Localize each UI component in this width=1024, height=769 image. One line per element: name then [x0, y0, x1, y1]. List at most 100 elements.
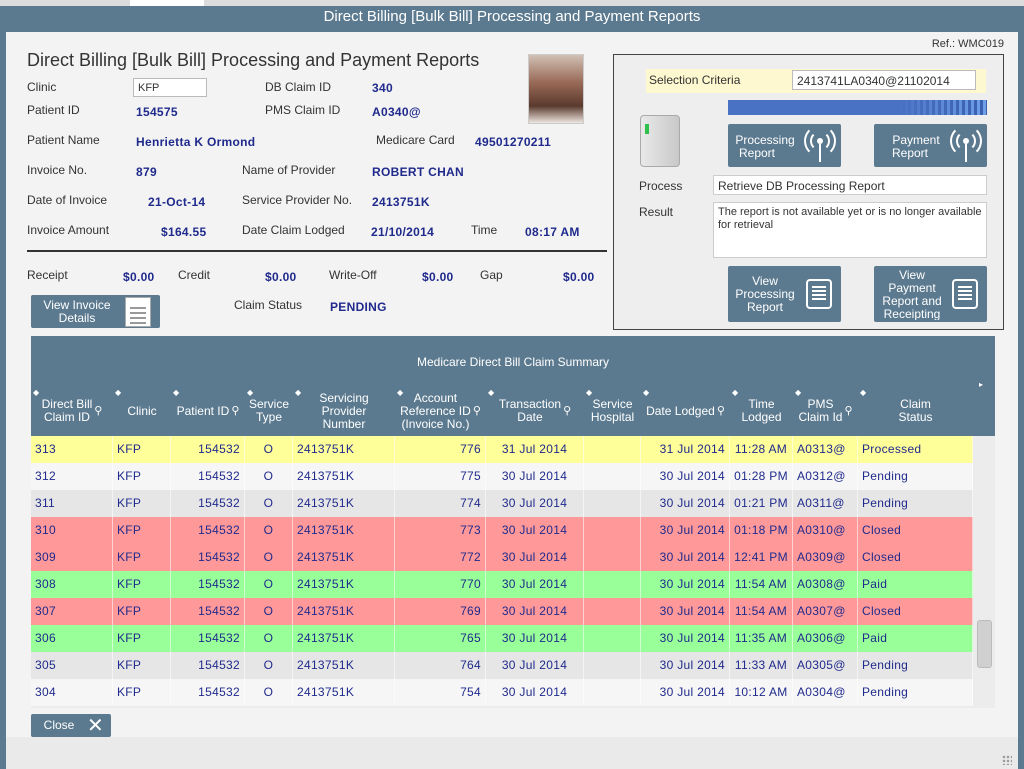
cell-lodged: 30 Jul 2014	[641, 571, 730, 598]
column-header[interactable]: ◆ Clinic	[113, 386, 171, 436]
column-header-label: Date Lodged	[646, 404, 715, 418]
column-header-line: Type	[255, 410, 282, 424]
table-row[interactable]: 304 KFP 154532 O 2413751K 754 30 Jul 2014 30 Ju…	[31, 679, 973, 706]
cell-provider: 2413751K	[293, 463, 395, 490]
sort-icon[interactable]: ◆	[860, 386, 866, 399]
section-divider	[27, 250, 607, 252]
claim-status-value: PENDING	[330, 300, 387, 314]
column-header-label: Time Lodged	[741, 398, 781, 424]
provider-name-label: Name of Provider	[242, 163, 336, 177]
cell-account: 772	[395, 544, 486, 571]
invoice-amount-value: $164.55	[161, 225, 207, 239]
column-header[interactable]: ◆ Service Hospital	[584, 386, 641, 436]
cell-lodged: 30 Jul 2014	[641, 490, 730, 517]
column-header[interactable]: ◆ Transaction Date ⚲	[486, 386, 584, 436]
cell-type: O	[245, 679, 293, 706]
cell-hospital	[584, 490, 641, 517]
sort-icon[interactable]: ◆	[115, 386, 121, 399]
column-header[interactable]: ◆ Service Type	[245, 386, 293, 436]
column-header-line: Servicing	[319, 390, 369, 405]
sort-icon[interactable]: ◆	[795, 386, 801, 399]
sort-icon[interactable]: ◆	[488, 386, 494, 399]
sort-icon[interactable]: ◆	[586, 386, 592, 399]
cell-txn-date: 30 Jul 2014	[486, 598, 584, 625]
writeoff-label: Write-Off	[329, 268, 377, 282]
table-row[interactable]: 306 KFP 154532 O 2413751K 765 30 Jul 2014 30 Ju…	[31, 625, 973, 652]
cell-pms: A0309@	[793, 544, 858, 571]
result-field[interactable]: The report is not available yet or is no…	[713, 202, 987, 258]
cell-provider: 2413751K	[293, 571, 395, 598]
sort-icon[interactable]: ◆	[643, 386, 649, 399]
cell-lodged: 30 Jul 2014	[641, 625, 730, 652]
cell-type: O	[245, 436, 293, 463]
time-value: 08:17 AM	[525, 225, 580, 239]
cell-clinic: KFP	[113, 517, 171, 544]
search-icon[interactable]: ⚲	[717, 405, 725, 418]
column-header[interactable]: ◆ Time Lodged	[730, 386, 793, 436]
sort-icon[interactable]: ◆	[295, 386, 301, 399]
medicare-card-value: 49501270211	[475, 135, 552, 149]
view-invoice-details-button[interactable]: View Invoice Details	[31, 295, 160, 328]
view-processing-report-button[interactable]: View Processing Report	[728, 266, 841, 322]
cell-lodged: 30 Jul 2014	[641, 544, 730, 571]
cell-hospital	[584, 598, 641, 625]
patient-name-value: Henrietta K Ormond	[136, 135, 256, 149]
table-row[interactable]: 309 KFP 154532 O 2413751K 772 30 Jul 2014 30 Ju…	[31, 544, 973, 571]
wireless-icon	[950, 125, 982, 164]
table-row[interactable]: 310 KFP 154532 O 2413751K 773 30 Jul 2014 30 Ju…	[31, 517, 973, 544]
view-processing-label-3: Report	[746, 300, 784, 314]
search-icon[interactable]: ⚲	[563, 405, 571, 418]
cell-patient-id: 154532	[171, 463, 245, 490]
sort-icon[interactable]: ◆	[173, 386, 179, 399]
scrollbar-thumb[interactable]	[977, 620, 992, 668]
table-body: 313 KFP 154532 O 2413751K 776 31 Jul 2014 31 Ju…	[31, 436, 973, 706]
search-icon[interactable]: ⚲	[473, 405, 481, 418]
search-icon[interactable]: ⚲	[844, 405, 852, 418]
cell-status: Closed	[858, 598, 973, 625]
gap-value: $0.00	[563, 270, 595, 284]
column-header[interactable]: ◆ Date Lodged ⚲	[641, 386, 730, 436]
view-payment-report-button[interactable]: View Payment Report and Receipting	[874, 266, 987, 322]
column-header[interactable]: ◆ PMS Claim Id ⚲	[793, 386, 858, 436]
cell-hospital	[584, 517, 641, 544]
db-claim-id-label: DB Claim ID	[265, 80, 332, 94]
search-icon[interactable]: ⚲	[94, 405, 102, 418]
sort-icon[interactable]: ◆	[397, 386, 403, 399]
cell-provider: 2413751K	[293, 652, 395, 679]
table-row[interactable]: 311 KFP 154532 O 2413751K 774 30 Jul 2014 30 Ju…	[31, 490, 973, 517]
sort-icon[interactable]: ◆	[247, 386, 253, 399]
table-row[interactable]: 312 KFP 154532 O 2413751K 775 30 Jul 2014 30 Ju…	[31, 463, 973, 490]
table-caption: Medicare Direct Bill Claim Summary	[416, 355, 610, 369]
cell-account: 764	[395, 652, 486, 679]
resize-grip-icon[interactable]	[1002, 755, 1012, 765]
cell-provider: 2413751K	[293, 490, 395, 517]
column-header[interactable]: ◆ Servicing Provider Number	[293, 386, 395, 436]
cell-time: 12:41 PM	[730, 544, 793, 571]
cell-txn-date: 30 Jul 2014	[486, 679, 584, 706]
sort-icon[interactable]: ◆	[33, 386, 39, 399]
table-row[interactable]: 305 KFP 154532 O 2413751K 764 30 Jul 2014 30 Ju…	[31, 652, 973, 679]
table-scrollbar[interactable]	[974, 436, 995, 706]
process-field[interactable]: Retrieve DB Processing Report	[713, 175, 987, 195]
close-button[interactable]: Close ✕	[31, 714, 111, 737]
column-header[interactable]: ◆ Patient ID ⚲	[171, 386, 245, 436]
column-header[interactable]: ◆ Claim Status	[858, 386, 973, 436]
invoice-date-label: Date of Invoice	[27, 193, 108, 207]
column-header[interactable]: ◆ Account Reference ID (Invoice No.) ⚲	[395, 386, 486, 436]
card-reader-icon	[640, 115, 680, 167]
sort-icon[interactable]: ◆	[732, 386, 738, 399]
table-row[interactable]: 308 KFP 154532 O 2413751K 770 30 Jul 2014 30 Ju…	[31, 571, 973, 598]
payment-report-button[interactable]: Payment Report	[874, 124, 987, 167]
column-header[interactable]: ◆ Direct Bill Claim ID ⚲	[31, 386, 113, 436]
table-header: Medicare Direct Bill Claim Summary ◆ Dire…	[31, 336, 995, 436]
clinic-field[interactable]: KFP	[133, 78, 207, 97]
selection-criteria-input[interactable]: 2413741LA0340@21102014	[792, 70, 976, 90]
cell-type: O	[245, 544, 293, 571]
search-icon[interactable]: ⚲	[231, 405, 239, 418]
header-scroll-arrow-icon[interactable]: ▸	[979, 380, 983, 389]
service-provider-no-label: Service Provider No.	[242, 193, 353, 207]
table-row[interactable]: 313 KFP 154532 O 2413751K 776 31 Jul 2014 31 Ju…	[31, 436, 973, 463]
processing-report-button[interactable]: Processing Report	[728, 124, 841, 167]
table-row[interactable]: 307 KFP 154532 O 2413751K 769 30 Jul 2014 30 Ju…	[31, 598, 973, 625]
cell-status: Pending	[858, 463, 973, 490]
